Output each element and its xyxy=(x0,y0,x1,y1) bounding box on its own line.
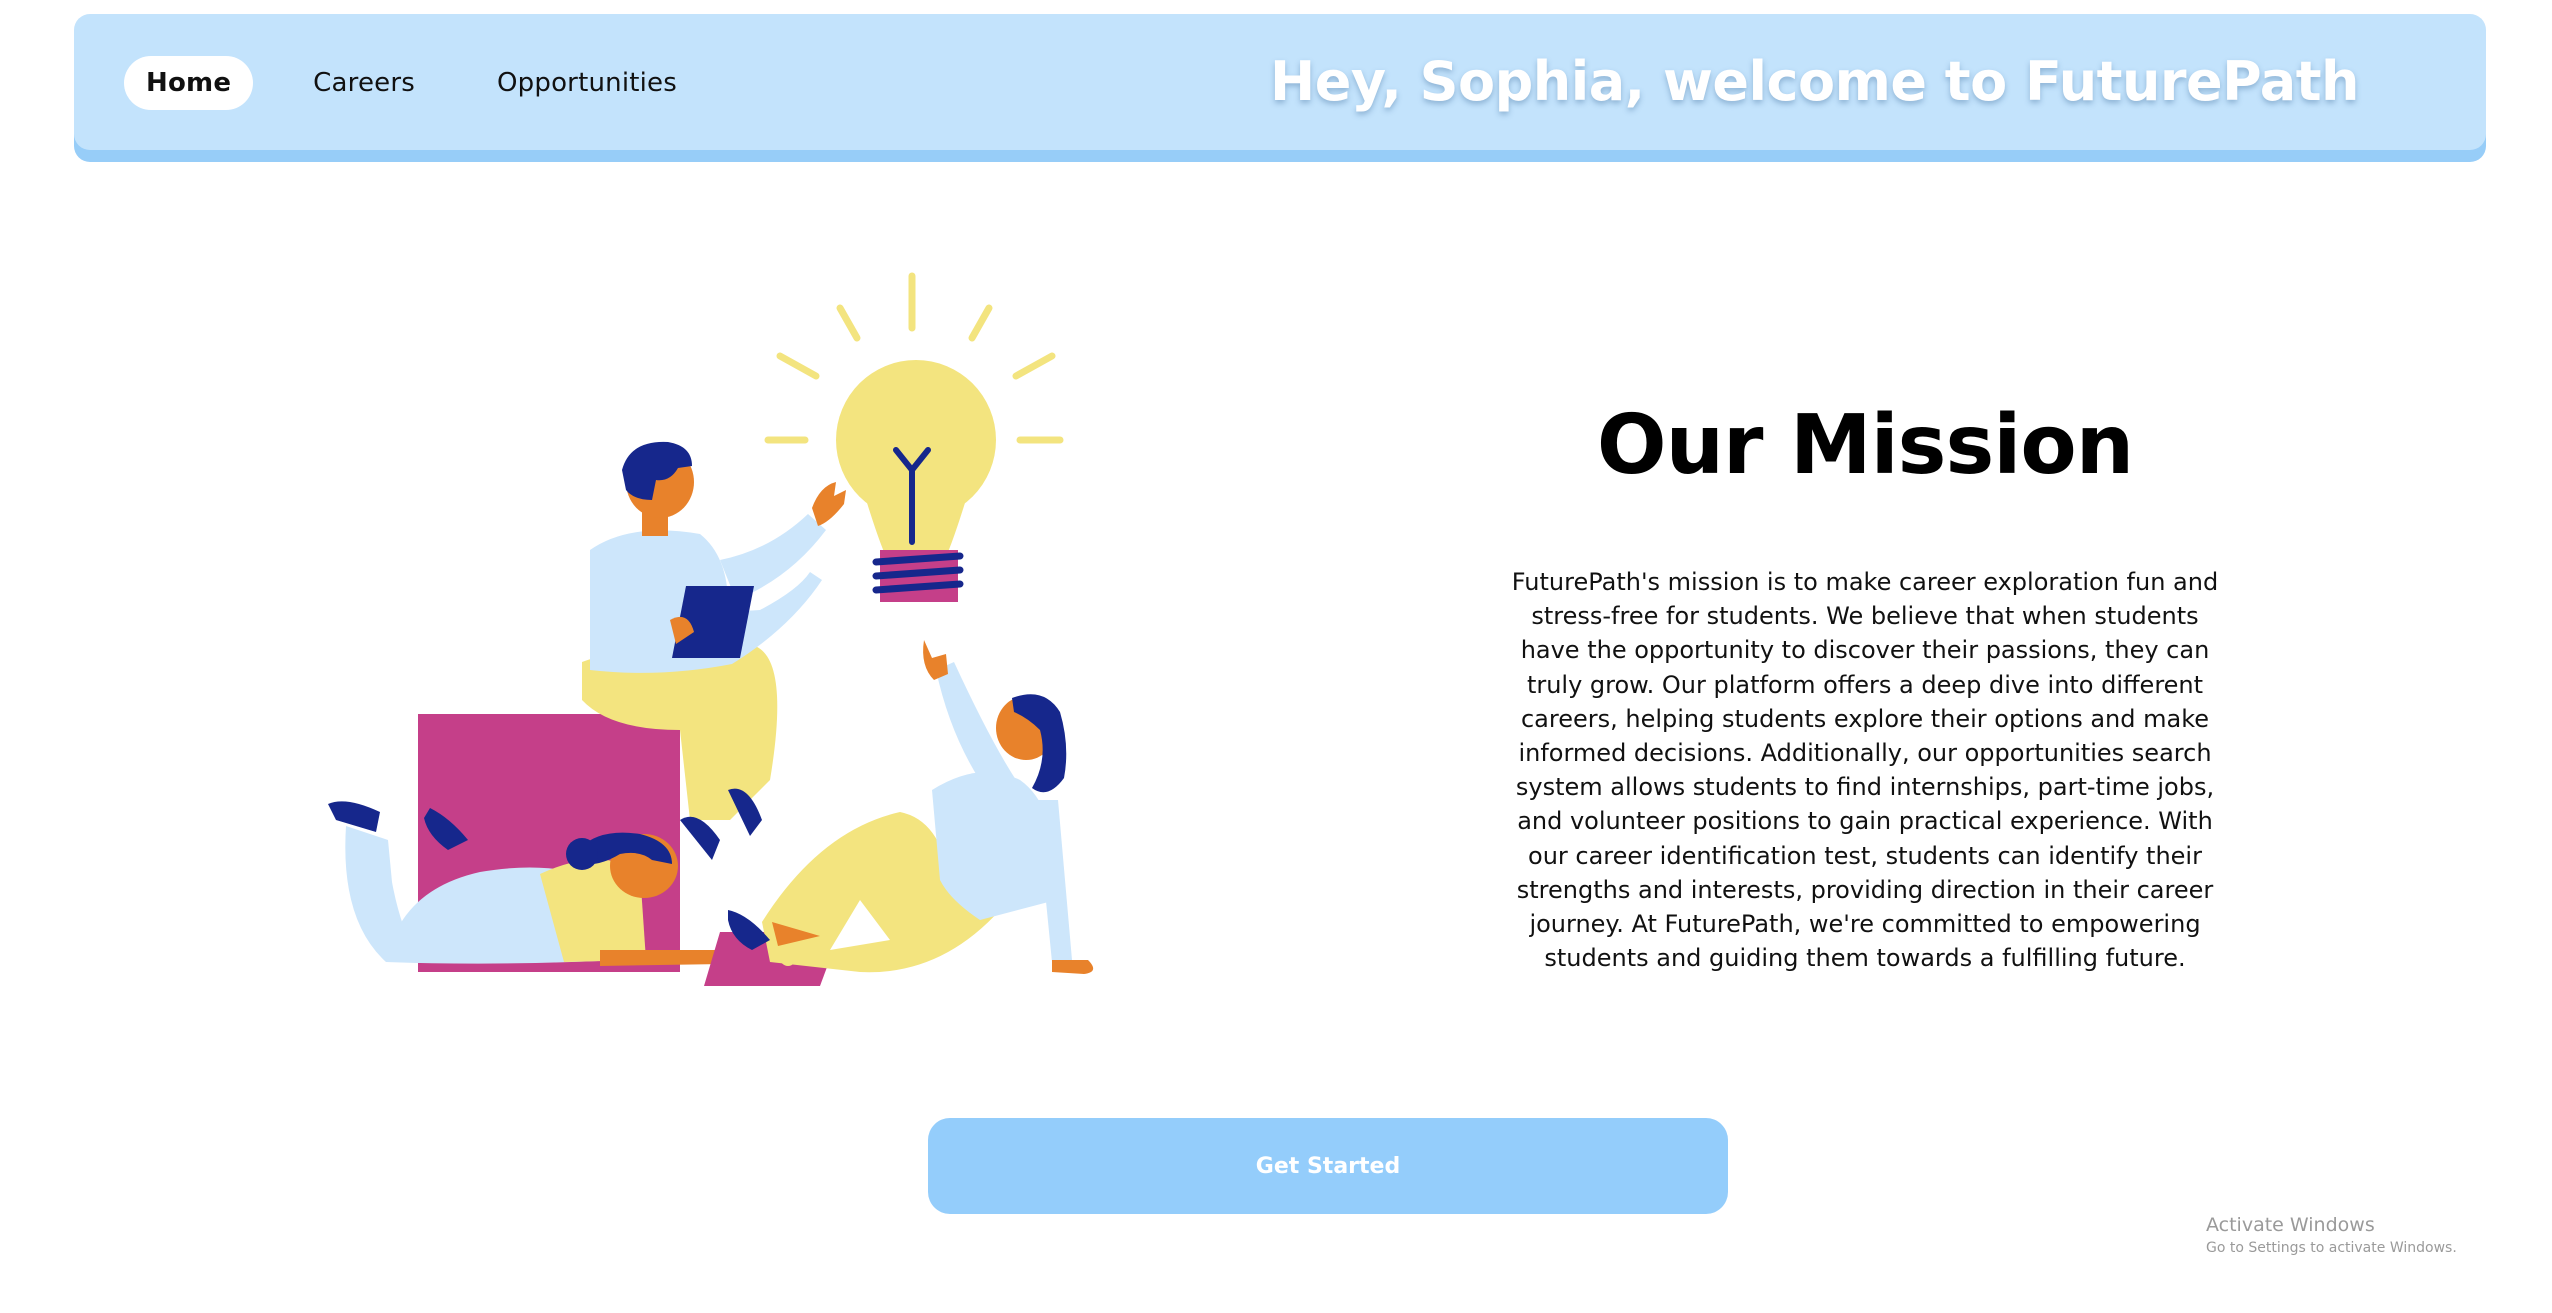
nav-links: Home Careers Opportunities xyxy=(124,56,737,110)
watermark-subtitle: Go to Settings to activate Windows. xyxy=(2206,1240,2457,1256)
lightbulb-icon xyxy=(836,360,996,602)
get-started-button[interactable]: Get Started xyxy=(928,1118,1728,1214)
mission-description: FuturePath's mission is to make career e… xyxy=(1511,568,2219,973)
welcome-message: Hey, Sophia, welcome to FuturePath xyxy=(1270,50,2360,113)
windows-activation-watermark: Activate Windows Go to Settings to activ… xyxy=(2206,1214,2457,1256)
page: Home Careers Opportunities Hey, Sophia, … xyxy=(0,0,2552,1313)
watermark-title: Activate Windows xyxy=(2206,1214,2375,1236)
nav-careers[interactable]: Careers xyxy=(291,56,437,110)
nav-opportunities[interactable]: Opportunities xyxy=(475,56,699,110)
person-reaching xyxy=(728,640,1094,974)
team-ideas-illustration xyxy=(300,260,1200,1020)
top-navbar: Home Careers Opportunities Hey, Sophia, … xyxy=(74,14,2486,150)
get-started-label: Get Started xyxy=(1255,1153,1401,1179)
mission-title: Our Mission xyxy=(1596,398,2134,493)
nav-home[interactable]: Home xyxy=(124,56,254,110)
